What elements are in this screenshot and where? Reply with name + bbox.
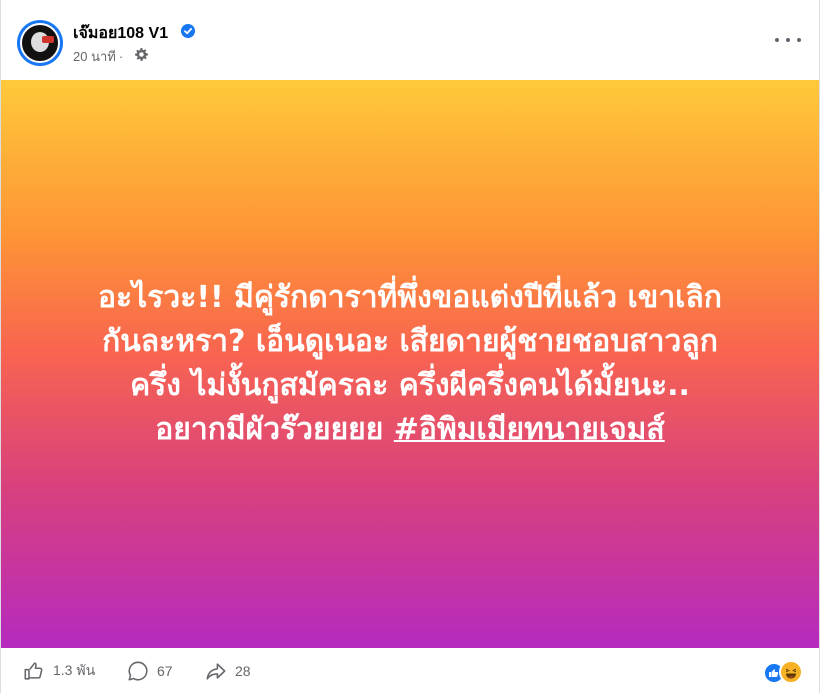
more-dot-icon [786, 38, 790, 42]
like-count: 1.3 พัน [53, 662, 96, 678]
post-text: อะไรวะ!! มีคู่รักดาราที่พึ่งขอแต่งปีที่แ… [30, 276, 790, 452]
post-text-line: กันละหรา? เอ็นดูเนอะ เสียดายผู้ชายชอบสาว… [102, 324, 718, 359]
like-button[interactable]: 1.3 พัน [23, 660, 95, 682]
more-dot-icon [797, 38, 801, 42]
laughing-face-icon [785, 668, 797, 679]
share-icon [206, 663, 226, 680]
avatar-image [20, 23, 60, 63]
gear-icon[interactable] [135, 48, 148, 61]
post-text-line: อยากมีผัวร๊วยยยย #อิพิมเมียทนายเจมส์ [30, 408, 790, 452]
haha-reaction-icon [779, 660, 803, 684]
post-time[interactable]: 20 นาที [73, 49, 116, 64]
post-footer: 1.3 พัน 67 28 [1, 648, 819, 693]
share-button[interactable]: 28 [205, 660, 251, 682]
reaction-summary[interactable] [763, 660, 807, 684]
verified-badge-icon [181, 24, 195, 38]
comment-count: 67 [157, 663, 173, 679]
meta-separator: · [118, 49, 124, 64]
comment-button[interactable]: 67 [127, 660, 173, 682]
author-name[interactable]: เจ๊มอย108 V1 [73, 21, 168, 46]
post-text-line: อะไรวะ!! มีคู่รักดาราที่พึ่งขอแต่งปีที่แ… [98, 280, 722, 315]
thumbs-up-icon [24, 662, 43, 680]
comment-icon [128, 661, 148, 681]
avatar-tag [42, 36, 54, 43]
avatar[interactable] [17, 20, 63, 66]
share-count: 28 [235, 663, 251, 679]
post-meta: 20 นาที · [73, 46, 126, 67]
hashtag-link[interactable]: #อิพิมเมียทนายเจมส์ [394, 412, 665, 447]
post-text-line: ครึ่ง ไม่งั้นกูสมัครละ ครึ่งผีครึ่งคนได้… [130, 368, 690, 403]
post-text-line-start: อยากมีผัวร๊วยยยย [155, 412, 394, 447]
more-options-button[interactable] [775, 30, 801, 50]
post-text-background: อะไรวะ!! มีคู่รักดาราที่พึ่งขอแต่งปีที่แ… [1, 80, 819, 648]
post-card: เจ๊มอย108 V1 20 นาที · อะไรวะ!! มีคู่รักด… [0, 0, 820, 693]
more-dot-icon [775, 38, 779, 42]
post-header: เจ๊มอย108 V1 20 นาที · [1, 0, 819, 80]
